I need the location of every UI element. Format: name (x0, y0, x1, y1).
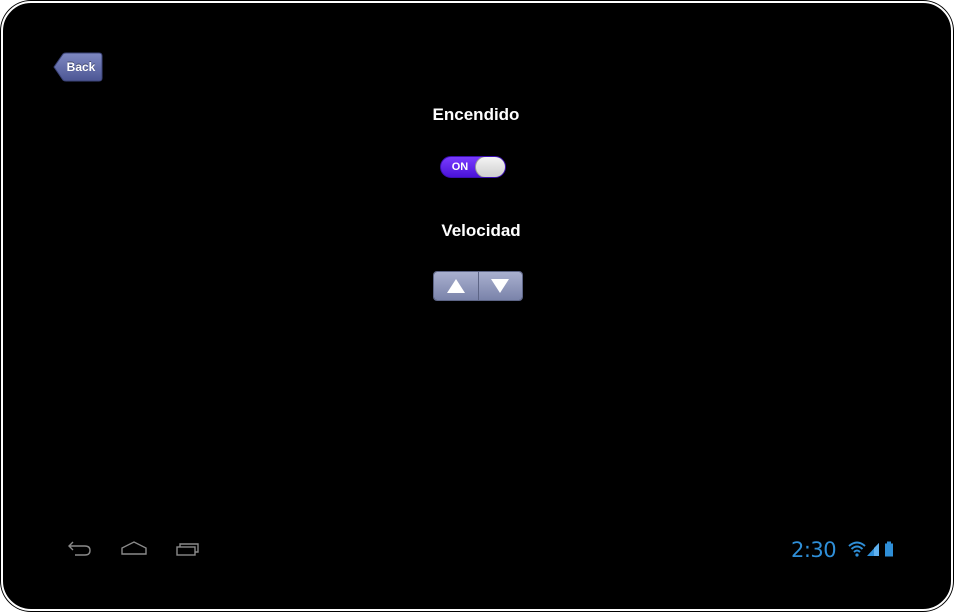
signal-status (866, 541, 880, 562)
triangle-up-icon (446, 279, 465, 293)
nav-home-button[interactable] (120, 539, 148, 562)
toggle-state-label: ON (451, 161, 469, 173)
tablet-screen: Back Encendido ON Velocidad 2:30 (1, 1, 953, 611)
status-time: 2:30 (791, 538, 837, 562)
battery-status (884, 541, 894, 562)
speed-label: Velocidad (441, 221, 521, 240)
back-button[interactable]: Back (53, 52, 103, 82)
back-arrow-icon (68, 541, 91, 556)
toggle-knob[interactable] (475, 157, 505, 177)
battery-icon (885, 541, 893, 557)
nav-back-button[interactable] (67, 539, 93, 562)
wifi-status (848, 541, 866, 562)
signal-icon (867, 543, 879, 556)
speed-up-button[interactable] (434, 272, 478, 300)
speed-stepper (433, 271, 523, 301)
power-label: Encendido (432, 105, 520, 124)
wifi-icon (848, 541, 866, 557)
home-icon (121, 541, 147, 555)
back-button-label: Back (66, 60, 96, 74)
speed-down-button[interactable] (477, 272, 522, 300)
power-toggle[interactable]: ON (440, 156, 506, 178)
triangle-down-icon (491, 279, 510, 293)
nav-recent-button[interactable] (175, 539, 201, 562)
recent-apps-icon (176, 543, 199, 556)
